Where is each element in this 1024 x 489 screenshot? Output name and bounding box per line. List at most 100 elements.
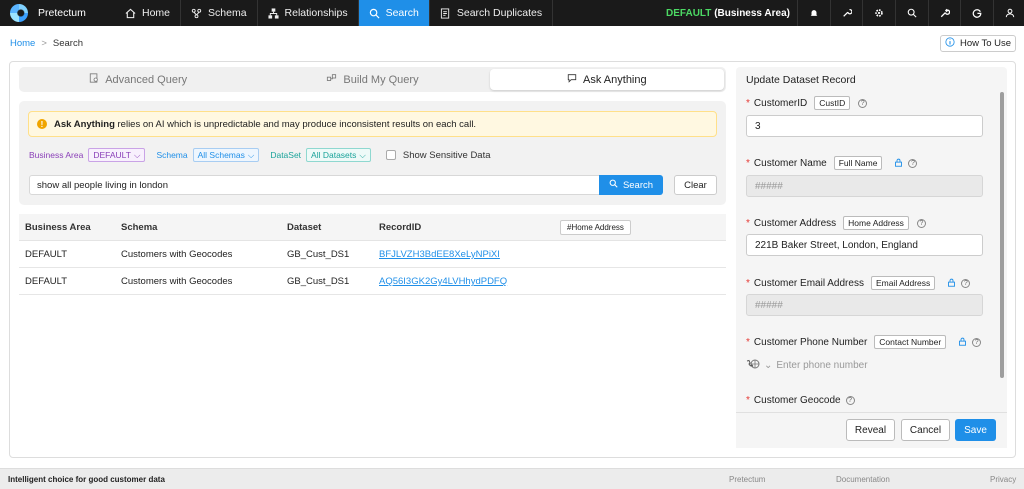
business-area-select[interactable]: DEFAULT ⌵ [88,148,146,162]
business-area-filter-label: Business Area [29,150,84,160]
bell-icon[interactable] [797,0,830,26]
help-icon[interactable]: ? [908,158,918,168]
warning-message: relies on AI which is unpredictable and … [117,118,477,130]
wrench-icon[interactable] [829,0,863,26]
cell-dataset: GB_Cust_DS1 [287,249,350,260]
column-record-id[interactable]: RecordID [379,214,421,241]
business-area-name: DEFAULT [666,7,712,19]
field-tag: Full Name [833,156,883,170]
header-actions [797,0,1024,26]
google-icon[interactable] [960,0,993,26]
nav-search-duplicates[interactable]: Search Duplicates [430,0,554,26]
panel-scrollbar[interactable] [1000,92,1004,378]
cell-schema: Customers with Geocodes [121,276,233,287]
field-label: Customer Email Address [753,277,864,289]
footer-tagline: Intelligent choice for good customer dat… [8,474,165,484]
schema-select-value: All Schemas [197,150,245,160]
nav-search[interactable]: Search [358,0,430,26]
required-marker: * [746,157,750,169]
search-icon [369,8,380,19]
ai-warning-banner: ! Ask Anything relies on AI which is unp… [28,111,717,137]
field-customer-geocode-label: * Customer Geocode ? [746,395,855,406]
relationships-icon [268,7,279,19]
nav-relationships-label: Relationships [284,7,348,19]
duplicates-icon [440,7,451,19]
update-panel-title: Update Dataset Record [746,74,856,86]
show-sensitive-checkbox[interactable] [385,150,396,160]
record-id-link[interactable]: AQ56I3GK2Gy4LVHhydPDFQ [379,268,507,295]
help-icon[interactable]: ? [972,337,982,347]
chevron-down-icon: ⌵ [359,149,366,160]
required-marker: * [746,395,750,406]
table-row[interactable]: DEFAULT Customers with Geocodes GB_Cust_… [19,241,726,268]
tab-advanced-query[interactable]: Advanced Query [21,69,255,90]
help-icon[interactable]: ? [961,278,971,288]
tab-ask-anything[interactable]: Ask Anything [489,69,724,90]
breadcrumb-separator: > [41,38,47,49]
ask-anything-input[interactable] [29,175,600,195]
brand[interactable]: Pretectum [0,0,115,26]
business-area-indicator[interactable]: DEFAULT (Business Area) [663,0,793,26]
nav-home[interactable]: Home [115,0,182,26]
customer-address-input[interactable]: 221B Baker Street, London, England [746,234,983,256]
breadcrumb-home[interactable]: Home [10,38,35,49]
column-schema[interactable]: Schema [121,214,157,241]
customer-phone-input[interactable]: ⌄ Enter phone number [746,359,868,372]
tab-ask-anything-label: Ask Anything [583,73,647,86]
customer-id-input[interactable]: 3 [746,115,983,137]
gear-icon[interactable] [862,0,895,26]
field-tag: Email Address [870,276,936,290]
user-icon[interactable] [993,0,1024,26]
brand-name: Pretectum [38,7,86,19]
schema-select[interactable]: All Schemas ⌵ [192,148,260,162]
footer-link-pretectum[interactable]: Pretectum [729,475,765,484]
schema-filter-label: Schema [156,150,188,160]
breadcrumb: Home > Search [10,38,83,49]
column-dataset[interactable]: Dataset [287,214,321,241]
field-tag: Contact Number [874,335,947,349]
reveal-button[interactable]: Reveal [846,419,895,441]
table-row[interactable]: DEFAULT Customers with Geocodes GB_Cust_… [19,268,726,295]
customer-email-input: ##### [746,294,983,316]
cancel-button[interactable]: Cancel [901,419,950,441]
chevron-down-icon[interactable]: ⌄ [764,360,772,371]
save-button[interactable]: Save [955,419,996,441]
nav-schema[interactable]: Schema [181,0,258,26]
phone-globe-icon[interactable] [746,359,760,372]
dataset-select[interactable]: All Datasets ⌵ [306,148,371,162]
search-button-label: Search [622,179,654,191]
required-marker: * [746,277,750,289]
phone-placeholder: Enter phone number [776,360,868,371]
tab-build-my-query[interactable]: Build My Query [255,69,489,90]
search-button[interactable]: Search [599,175,663,195]
nav-relationships[interactable]: Relationships [258,0,359,26]
tab-advanced-query-label: Advanced Query [105,73,188,86]
footer-link-privacy[interactable]: Privacy [990,475,1016,484]
clear-button[interactable]: Clear [674,175,717,195]
top-nav: Pretectum Home Schema Relationships Sear… [0,0,1024,26]
column-home-address[interactable]: #Home Address [560,220,631,235]
chat-icon [567,73,577,86]
info-icon [945,37,955,50]
record-id-link[interactable]: BFJLVZH3BdEE8XeLyNPiXI [379,241,500,268]
column-business-area[interactable]: Business Area [25,214,91,241]
footer-link-documentation[interactable]: Documentation [836,475,890,484]
chevron-down-icon: ⌵ [133,149,141,160]
required-marker: * [746,217,750,229]
help-icon[interactable]: ? [845,396,855,405]
search-icon [609,179,618,191]
field-label: CustomerID [753,97,808,109]
business-area-select-value: DEFAULT [93,150,131,160]
page-footer: Intelligent choice for good customer dat… [0,468,1024,489]
nav-home-label: Home [142,7,171,19]
help-icon[interactable]: ? [858,98,868,108]
tools-icon[interactable] [927,0,961,26]
zoom-icon[interactable] [895,0,928,26]
nav-search-label: Search [385,7,419,19]
home-icon [125,8,136,19]
help-icon[interactable]: ? [916,218,926,228]
how-to-use-button[interactable]: How To Use [940,35,1016,52]
schema-icon [191,8,202,19]
field-customer-id-label: * CustomerID CustID ? [746,96,868,110]
field-customer-address-label: * Customer Address Home Address ? [746,216,926,230]
